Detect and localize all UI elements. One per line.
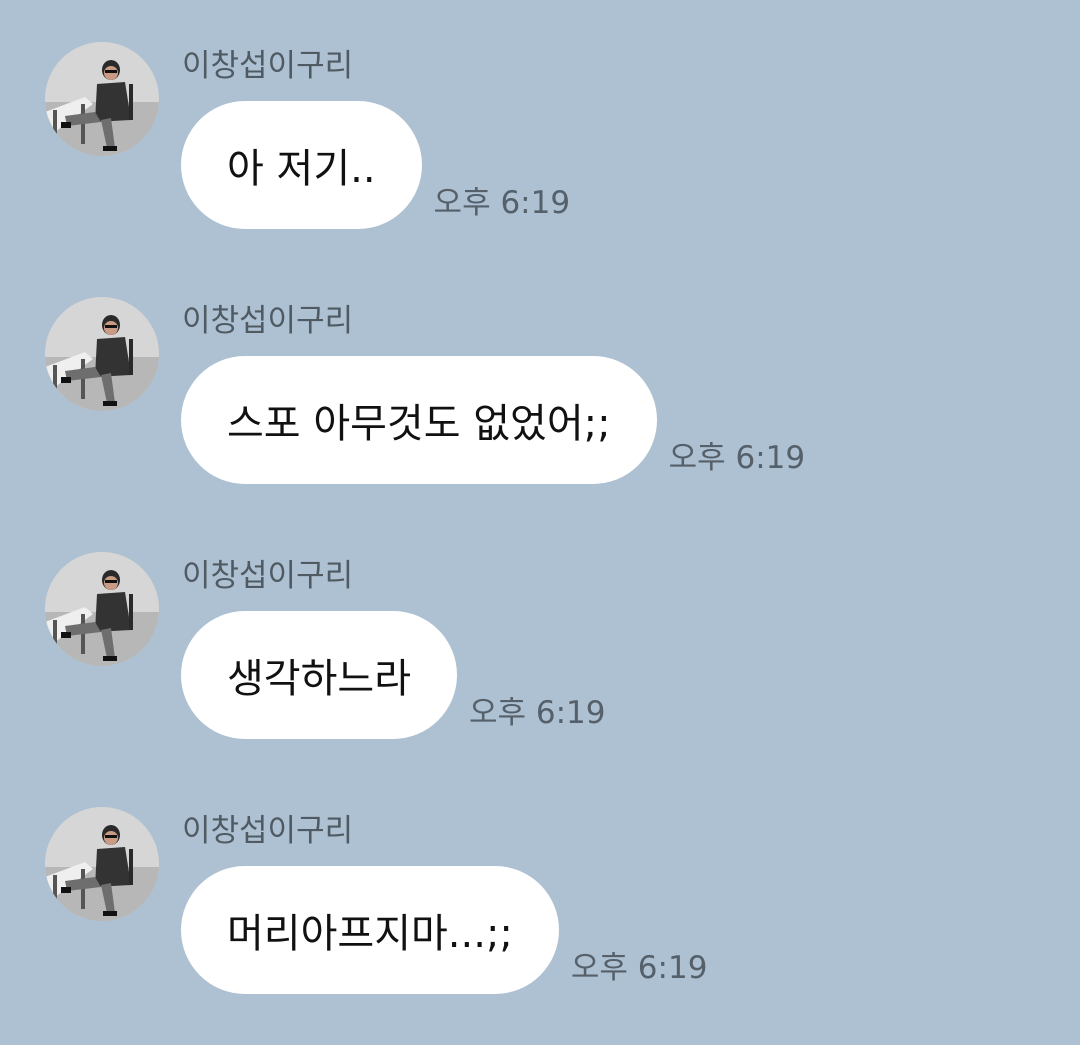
avatar[interactable]	[45, 552, 159, 666]
profile-photo-icon	[45, 42, 159, 156]
avatar[interactable]	[45, 297, 159, 411]
message-timestamp: 오후 6:19	[570, 950, 708, 986]
avatar[interactable]	[45, 42, 159, 156]
profile-photo-icon	[45, 297, 159, 411]
message-bubble[interactable]: 아 저기..	[181, 101, 422, 229]
message-timestamp: 오후 6:19	[433, 185, 571, 221]
message-item: 이창섭이구리 아 저기.. 오후 6:19	[0, 0, 1080, 229]
message-bubble[interactable]: 스포 아무것도 없었어;;	[181, 356, 657, 484]
message-row: 생각하느라 오후 6:19	[181, 611, 606, 739]
message-item: 이창섭이구리 생각하느라 오후 6:19	[0, 510, 1080, 739]
chat-message-list: 이창섭이구리 아 저기.. 오후 6:19 이창섭이구리 스포 아무것도 없었어…	[0, 0, 1080, 1045]
message-bubble[interactable]: 생각하느라	[181, 611, 457, 739]
sender-name: 이창섭이구리	[182, 48, 354, 84]
message-timestamp: 오후 6:19	[469, 695, 606, 731]
sender-name: 이창섭이구리	[182, 303, 354, 339]
sender-name: 이창섭이구리	[182, 558, 354, 594]
message-row: 스포 아무것도 없었어;; 오후 6:19	[181, 356, 805, 484]
message-bubble[interactable]: 머리아프지마...;;	[181, 866, 559, 994]
message-item: 이창섭이구리 스포 아무것도 없었어;; 오후 6:19	[0, 255, 1080, 484]
message-item: 이창섭이구리 머리아프지마...;; 오후 6:19	[0, 765, 1080, 994]
profile-photo-icon	[45, 552, 159, 666]
message-timestamp: 오후 6:19	[668, 440, 806, 476]
message-row: 머리아프지마...;; 오후 6:19	[181, 866, 707, 994]
avatar[interactable]	[45, 807, 159, 921]
profile-photo-icon	[45, 807, 159, 921]
message-row: 아 저기.. 오후 6:19	[181, 101, 570, 229]
sender-name: 이창섭이구리	[182, 813, 354, 849]
